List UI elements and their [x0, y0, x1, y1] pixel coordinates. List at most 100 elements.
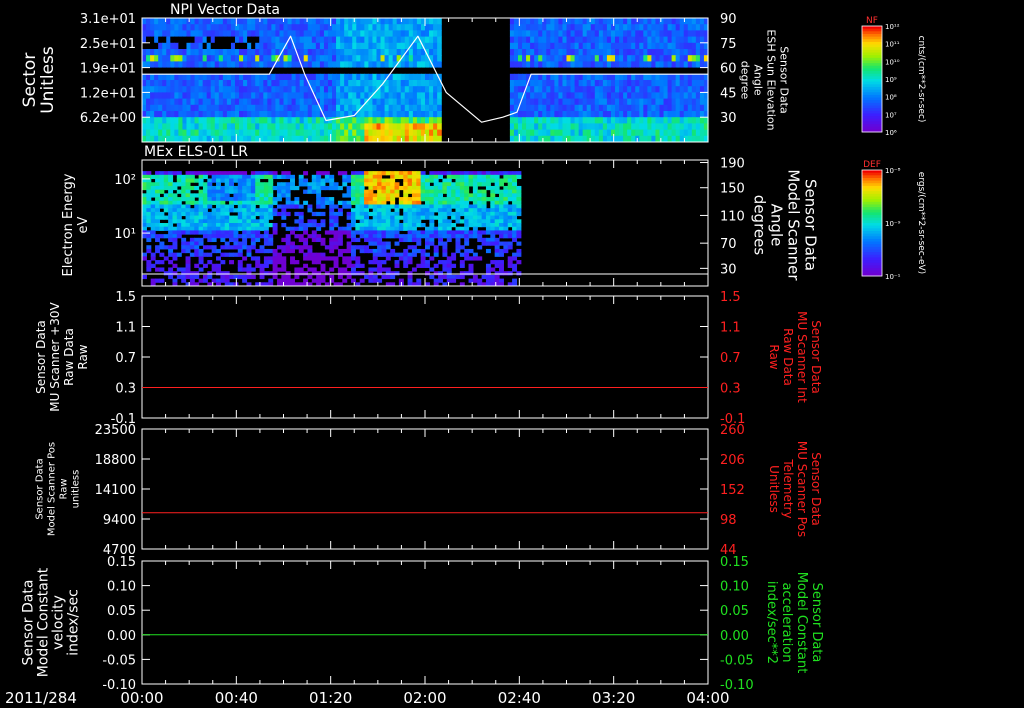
npi-heatmap-cell: [420, 92, 426, 100]
npi-heatmap-cell: [267, 92, 272, 100]
npi-heatmap-cell: [303, 98, 309, 106]
x-tick-label: 00:40: [215, 689, 258, 707]
multi-panel-plot: 3.1e+012.5e+011.9e+011.2e+016.2e+0090756…: [5, 2, 926, 707]
npi-heatmap-cell: [695, 80, 701, 87]
npi-heatmap-cell: [623, 92, 628, 100]
npi-heatmap-cell: [631, 67, 636, 75]
els-heatmap-cell: [355, 230, 361, 235]
npi-heatmap-cell: [550, 73, 555, 81]
npi-heatmap-cell: [619, 111, 624, 118]
els-heatmap-cell: [294, 234, 300, 239]
npi-heatmap-cell: [332, 86, 337, 93]
npi-heatmap-cell: [546, 86, 551, 93]
els-heatmap-cell: [268, 189, 274, 194]
els-heatmap-cell: [468, 211, 474, 217]
els-heatmap-cell: [224, 230, 230, 235]
els-heatmap-cell: [477, 256, 483, 261]
els-heatmap-cell: [159, 178, 165, 183]
npi-heatmap-cell: [687, 42, 693, 50]
els-heatmap-cell: [355, 178, 361, 183]
els-heatmap-cell: [372, 230, 378, 235]
els-heatmap-cell: [438, 189, 444, 194]
npi-heatmap-cell: [400, 86, 406, 93]
els-heatmap-cell: [507, 219, 513, 224]
npi-heatmap-cell: [226, 123, 232, 131]
npi-heatmap-cell: [332, 80, 337, 87]
npi-heatmap-cell: [174, 36, 179, 44]
npi-heatmap-cell: [364, 18, 369, 25]
els-heatmap-cell: [390, 219, 396, 224]
npi-heatmap-cell: [639, 104, 644, 112]
npi-heatmap-cell: [247, 49, 252, 56]
els-heatmap-cell: [377, 204, 383, 209]
els-heatmap-cell: [455, 171, 461, 176]
els-heatmap-cell: [263, 197, 269, 202]
els-heatmap-cell: [368, 211, 374, 217]
npi-heatmap-cell: [275, 42, 281, 50]
els-heatmap-cell: [459, 185, 465, 191]
els-heatmap-cell: [268, 248, 274, 254]
els-heatmap-cell: [455, 178, 461, 183]
npi-heatmap-cell: [420, 30, 426, 38]
npi-heatmap-cell: [574, 80, 580, 87]
npi-heatmap-cell: [586, 98, 592, 106]
npi-heatmap-cell: [594, 24, 600, 31]
npi-heatmap-cell: [542, 104, 547, 112]
npi-heatmap-cell: [186, 86, 192, 93]
npi-heatmap-cell: [315, 92, 321, 100]
els-heatmap-cell: [464, 200, 470, 205]
npi-heatmap-cell: [550, 36, 555, 44]
npi-heatmap-cell: [542, 73, 547, 81]
els-heatmap-cell: [202, 189, 208, 194]
npi-heatmap-cell: [150, 49, 155, 56]
els-heatmap-cell: [194, 204, 200, 209]
npi-heatmap-cell: [214, 49, 220, 56]
npi-heatmap-cell: [635, 123, 640, 131]
els-heatmap-cell: [198, 223, 204, 228]
npi-heatmap-cell: [526, 36, 531, 44]
x-tick-label: 03:20: [592, 689, 635, 707]
npi-heatmap-cell: [372, 80, 378, 87]
npi-heatmap-cell: [259, 67, 264, 75]
npi-heatmap-cell: [542, 30, 547, 38]
npi-heatmap-cell: [554, 129, 560, 137]
npi-heatmap-cell: [558, 80, 564, 87]
els-heatmap-cell: [403, 185, 409, 191]
npi-heatmap-cell: [574, 92, 580, 100]
npi-heatmap-cell: [311, 123, 317, 131]
npi-heatmap-cell: [582, 42, 588, 50]
npi-heatmap-cell: [675, 18, 681, 25]
npi-heatmap-cell: [534, 135, 539, 143]
npi-heatmap-cell: [348, 30, 353, 38]
npi-heatmap-cell: [606, 18, 612, 25]
npi-heatmap-cell: [259, 129, 264, 137]
els-heatmap-cell: [290, 241, 295, 246]
npi-heatmap-cell: [570, 135, 576, 143]
npi-heatmap-cell: [582, 30, 588, 38]
npi-heatmap-cell: [166, 86, 171, 93]
npi-heatmap-cell: [142, 117, 147, 124]
npi-heatmap-cell: [631, 111, 636, 118]
els-heatmap-cell: [346, 223, 352, 228]
npi-heatmap-cell: [655, 24, 661, 31]
els-heatmap-cell: [512, 211, 518, 217]
npi-heatmap-cell: [239, 49, 244, 56]
els-heatmap-cell: [512, 234, 518, 239]
npi-heatmap-cell: [598, 24, 604, 31]
els-heatmap-cell: [281, 185, 287, 191]
npi-heatmap-cell: [352, 73, 357, 81]
npi-heatmap-cell: [150, 36, 155, 44]
npi-heatmap-cell: [517, 117, 523, 124]
npi-heatmap-cell: [594, 49, 600, 56]
npi-heatmap-cell: [562, 36, 568, 44]
npi-heatmap-cell: [247, 67, 252, 75]
npi-heatmap-cell: [218, 42, 224, 50]
npi-heatmap-cell: [146, 55, 151, 62]
els-heatmap-cell: [464, 248, 470, 254]
npi-heatmap-cell: [513, 123, 519, 131]
npi-heatmap-cell: [299, 80, 305, 87]
npi-heatmap-cell: [627, 135, 632, 143]
els-heatmap-cell: [407, 171, 413, 176]
npi-heatmap-cell: [392, 18, 398, 25]
els-heatmap-cell: [155, 267, 161, 272]
